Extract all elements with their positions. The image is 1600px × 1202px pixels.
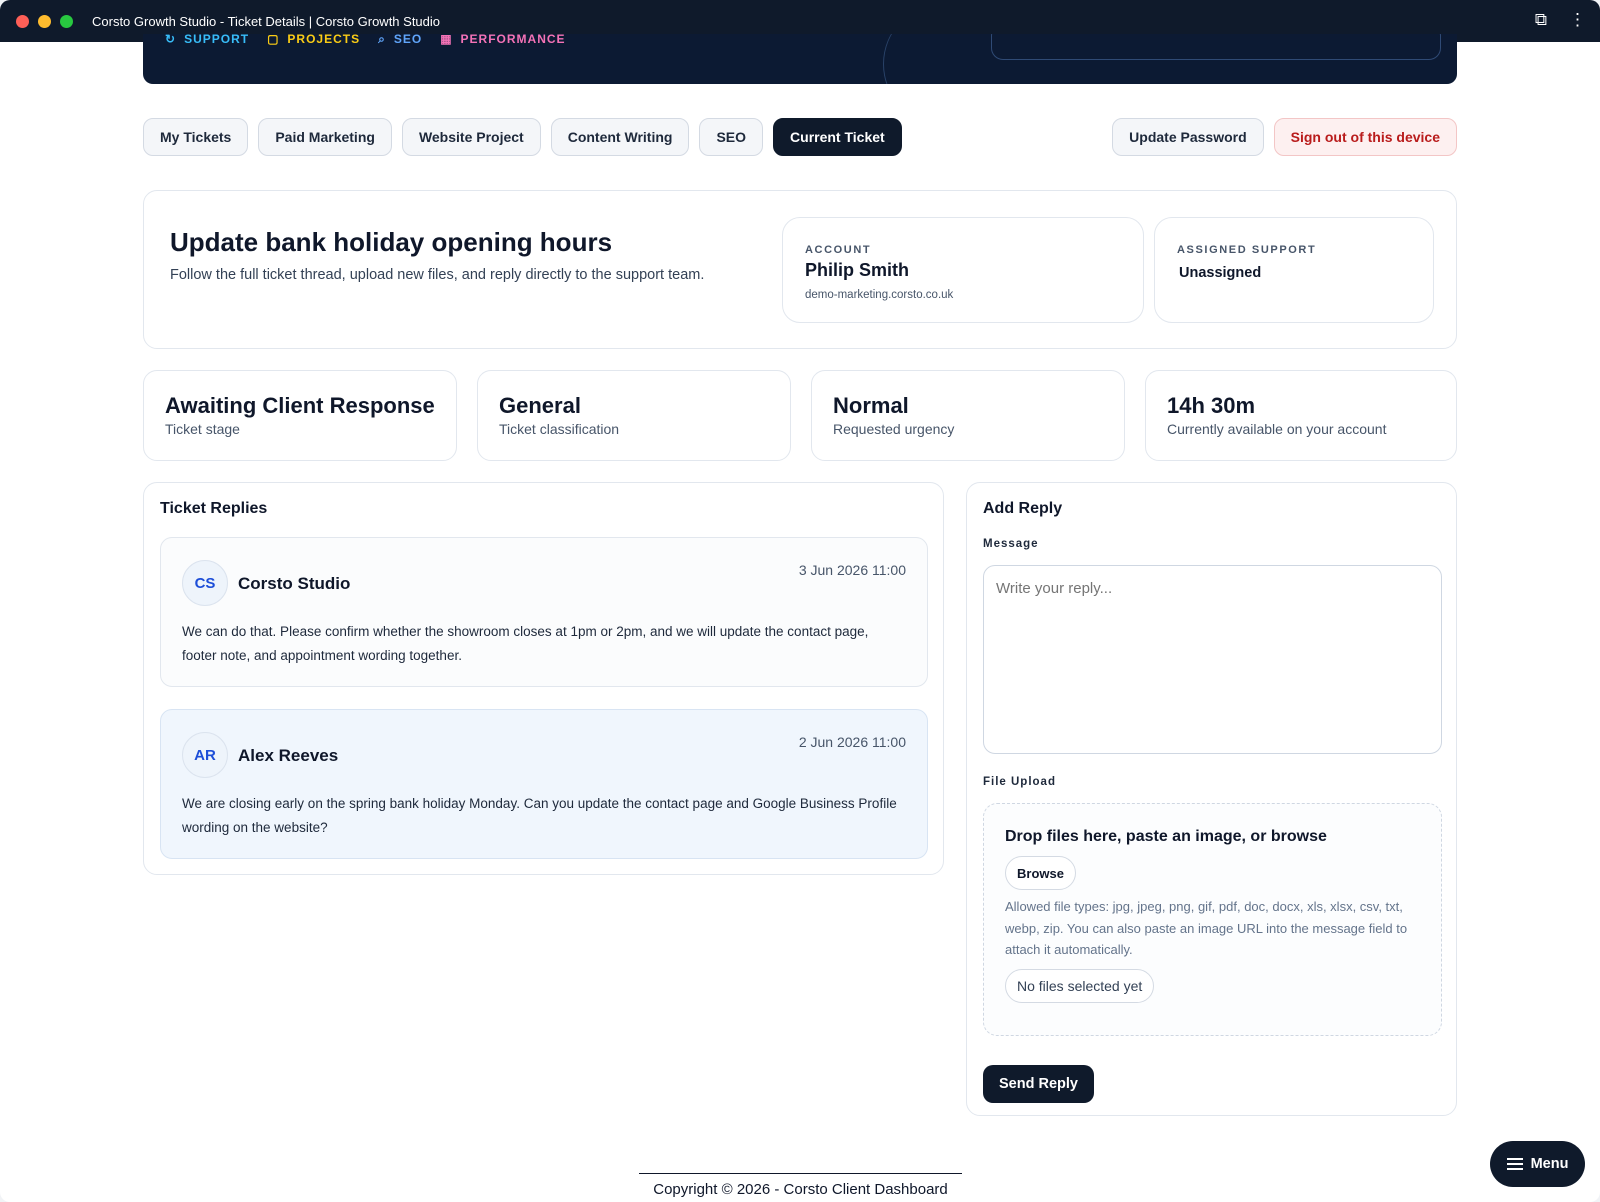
minimize-window-button[interactable]: [38, 14, 51, 28]
stat-label: Ticket classification: [499, 421, 620, 437]
hero-decoration: [883, 34, 1003, 84]
titlebar-actions: ⧉ ⋮: [1535, 10, 1586, 30]
hero-banner: ↻ SUPPORT ▢ PROJECTS ⌕ SEO ▦ PERFORMANCE: [143, 34, 1457, 84]
hero-nav-seo[interactable]: ⌕ SEO: [378, 34, 422, 47]
hero-nav-support[interactable]: ↻ SUPPORT: [165, 34, 249, 47]
account-name: Philip Smith: [805, 260, 910, 280]
assigned-support-info: ASSIGNED SUPPORT Unassigned: [1154, 217, 1434, 323]
ticket-tabs: My Tickets Paid Marketing Website Projec…: [143, 118, 902, 156]
search-icon: ⌕: [378, 34, 386, 46]
message-label: Message: [983, 538, 1039, 550]
maximize-window-button[interactable]: [60, 14, 73, 28]
support-icon: ↻: [165, 34, 177, 46]
stat-value: Normal: [833, 393, 909, 418]
hero-nav-performance[interactable]: ▦ PERFORMANCE: [440, 34, 565, 47]
file-dropzone[interactable]: Drop files here, paste an image, or brow…: [983, 803, 1442, 1036]
stat-value: 14h 30m: [1167, 393, 1256, 418]
stat-label: Requested urgency: [833, 421, 955, 437]
reply-author: Alex Reeves: [238, 746, 339, 765]
stat-available-hours: 14h 30m Currently available on your acco…: [1145, 370, 1457, 461]
extension-icon[interactable]: ⧉: [1535, 10, 1547, 30]
window-controls: [16, 14, 73, 28]
tab-my-tickets[interactable]: My Tickets: [143, 118, 249, 156]
account-domain: demo-marketing.corsto.co.uk: [805, 289, 954, 301]
ticket-replies-card: Ticket Replies CS Corsto Studio 3 Jun 20…: [143, 482, 944, 875]
ticket-header-card: Update bank holiday opening hours Follow…: [143, 190, 1457, 349]
menu-button[interactable]: Menu: [1490, 1141, 1585, 1187]
reply-date: 3 Jun 2026 11:00: [798, 562, 906, 578]
avatar: CS: [182, 560, 228, 606]
sign-out-button[interactable]: Sign out of this device: [1273, 118, 1457, 156]
allowed-file-types: Allowed file types: jpg, jpeg, png, gif,…: [1005, 899, 1408, 957]
tab-content-writing[interactable]: Content Writing: [550, 118, 690, 156]
tab-seo[interactable]: SEO: [699, 118, 764, 156]
reply-author: Corsto Studio: [238, 574, 351, 593]
account-label: ACCOUNT: [805, 244, 872, 256]
hero-nav: ↻ SUPPORT ▢ PROJECTS ⌕ SEO ▦ PERFORMANCE: [165, 34, 566, 47]
file-upload-label: File Upload: [983, 776, 1056, 788]
stat-value: General: [499, 393, 581, 418]
add-reply-title: Add Reply: [983, 500, 1063, 517]
update-password-button[interactable]: Update Password: [1112, 118, 1264, 156]
stat-requested-urgency: Normal Requested urgency: [811, 370, 1125, 461]
page-subtitle: Follow the full ticket thread, upload ne…: [170, 267, 705, 283]
hamburger-icon: [1506, 1158, 1523, 1170]
selected-files-status: No files selected yet: [1005, 969, 1155, 1003]
support-value: Unassigned: [1179, 265, 1262, 281]
folder-icon: ▢: [267, 34, 280, 46]
tab-current-ticket[interactable]: Current Ticket: [773, 118, 902, 156]
avatar: AR: [182, 732, 228, 778]
reply-item: CS Corsto Studio 3 Jun 2026 11:00 We can…: [160, 537, 928, 687]
stat-ticket-classification: General Ticket classification: [477, 370, 791, 461]
stat-label: Ticket stage: [165, 421, 240, 437]
browse-button[interactable]: Browse: [1005, 856, 1076, 890]
account-info: ACCOUNT Philip Smith demo-marketing.cors…: [782, 217, 1144, 323]
footer-copyright: Copyright © 2026 - Corsto Client Dashboa…: [639, 1173, 962, 1198]
close-window-button[interactable]: [16, 14, 29, 28]
account-actions: Update Password Sign out of this device: [1112, 118, 1457, 156]
tab-paid-marketing[interactable]: Paid Marketing: [258, 118, 392, 156]
message-field[interactable]: [983, 565, 1442, 754]
stat-ticket-stage: Awaiting Client Response Ticket stage: [143, 370, 457, 461]
hero-search-box[interactable]: [991, 34, 1441, 60]
page-title: Update bank holiday opening hours: [170, 227, 613, 257]
reply-body: We can do that. Please confirm whether t…: [182, 624, 869, 663]
reply-body: We are closing early on the spring bank …: [182, 796, 897, 835]
reply-item: AR Alex Reeves 2 Jun 2026 11:00 We are c…: [160, 709, 928, 859]
replies-title: Ticket Replies: [160, 500, 268, 517]
reply-date: 2 Jun 2026 11:00: [798, 734, 906, 750]
support-label: ASSIGNED SUPPORT: [1177, 244, 1317, 256]
chart-icon: ▦: [440, 34, 453, 46]
window-title: Corsto Growth Studio - Ticket Details | …: [92, 13, 441, 29]
add-reply-card: Add Reply Message File Upload Drop files…: [966, 482, 1457, 1116]
stat-value: Awaiting Client Response: [165, 393, 435, 418]
stat-label: Currently available on your account: [1167, 421, 1387, 437]
browser-window: Corsto Growth Studio - Ticket Details | …: [0, 0, 1600, 1202]
dropzone-title: Drop files here, paste an image, or brow…: [1005, 828, 1327, 845]
more-options-icon[interactable]: ⋮: [1569, 10, 1586, 30]
send-reply-button[interactable]: Send Reply: [983, 1065, 1094, 1103]
hero-nav-projects[interactable]: ▢ PROJECTS: [267, 34, 360, 47]
tab-website-project[interactable]: Website Project: [401, 118, 541, 156]
menu-label: Menu: [1530, 1156, 1569, 1172]
